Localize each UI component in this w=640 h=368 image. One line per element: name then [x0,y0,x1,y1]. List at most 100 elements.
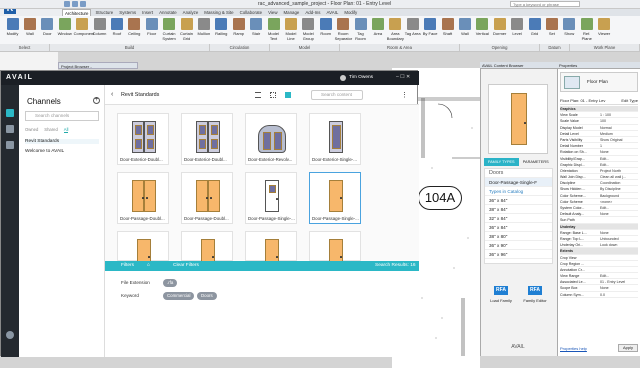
ribbon-button-window[interactable]: Window [56,18,73,36]
ribbon-button-room-separator[interactable]: Room Separator [335,18,352,41]
ribbon-tab-analyze[interactable]: Analyze [181,9,201,16]
property-row[interactable]: Column Sym... 0.0 [560,292,638,298]
ribbon-button-curtain-grid[interactable]: Curtain Grid [178,18,195,41]
tab-family-types[interactable]: FAMILY TYPES [484,158,519,166]
ribbon-group-label[interactable]: Model [270,44,340,51]
ribbon-group-label[interactable]: Room & Area [340,44,460,51]
ribbon-tab-massing-site[interactable]: Massing & Site [202,9,235,16]
list-item[interactable]: 36" x 90" [485,241,552,250]
content-card[interactable]: Door-Passage-Doubl... [117,172,169,224]
ribbon-tab-manage[interactable]: Manage [282,9,302,16]
ribbon-tab-architecture[interactable]: Architecture [62,9,92,16]
ribbon-button-modify[interactable]: Modify [4,18,21,36]
user-name[interactable]: Tim Owens [349,75,373,80]
content-card[interactable]: Door-Exterior-Single-... [309,113,361,165]
content-card[interactable] [309,231,361,271]
list-item[interactable]: 38" x 80" [485,232,552,241]
settings-icon[interactable] [6,331,14,339]
ribbon-tab-collaborate[interactable]: Collaborate [238,9,264,16]
load-family-button[interactable]: RFA Load Family [486,286,516,303]
filter-icon[interactable]: ⌂ [147,262,150,270]
ribbon-group-label[interactable]: Circulation [210,44,270,51]
ribbon-button-ceiling[interactable]: Ceiling [126,18,143,36]
project-browser-header[interactable]: Project Browser - rac_advanced_sample_pr… [58,62,138,76]
ribbon-button-roof[interactable]: Roof [108,18,125,36]
library-icon[interactable] [6,125,14,133]
save-icon[interactable] [72,1,78,7]
ribbon-button-wall[interactable]: Wall [456,18,473,36]
ribbon-button-set[interactable]: Set [543,18,560,36]
content-card[interactable]: Door-Exterior-Doubl... [181,113,233,165]
channel-search-input[interactable]: Search channels [25,111,99,121]
ribbon-button-tag-room[interactable]: Tag Room [352,18,369,41]
content-card[interactable]: Door-Passage-Doubl... [181,172,233,224]
undo-icon[interactable] [80,1,86,7]
list-view-icon[interactable] [255,92,261,98]
ribbon-button-show[interactable]: Show [561,18,578,36]
list-item[interactable]: 36" x 84" [485,223,552,232]
add-channel-icon[interactable]: + [93,97,100,104]
ribbon-button-grid[interactable]: Grid [526,18,543,36]
tab-owned[interactable]: Owned [25,127,38,133]
filter-chip-commercial[interactable]: Commercial [163,292,195,300]
instance-selector[interactable]: Floor Plan: 01 - Entry Lev Edit Type [560,97,638,105]
edit-type-button[interactable]: Edit Type [621,97,638,105]
ribbon-group-label[interactable]: Opening [460,44,540,51]
content-card[interactable]: Door-Passage-Single-... [245,172,297,224]
channel-item-welcome[interactable]: Welcome to AVAIL [25,149,64,154]
ribbon-button-level[interactable]: Level [509,18,526,36]
window-controls[interactable]: – ☐ ✕ [396,74,410,80]
ribbon-tab-avail[interactable]: AVAIL [325,9,341,16]
content-card[interactable] [117,231,169,271]
ribbon-button-column[interactable]: Column [91,18,108,36]
ribbon-button-by-face[interactable]: By Face [422,18,439,36]
ribbon-group-label[interactable]: Select [0,44,50,51]
ribbon-button-ramp[interactable]: Ramp [230,18,247,36]
avatar[interactable] [340,75,346,81]
ribbon-button-room[interactable]: Room [317,18,334,36]
open-icon[interactable] [64,1,70,7]
grid-view-icon[interactable] [270,92,276,98]
tab-parameters[interactable]: PARAMETERS [519,158,554,166]
tab-all[interactable]: All [63,127,69,133]
filter-chip-doors[interactable]: Doors [197,292,217,300]
ribbon-button-ref-plane[interactable]: Ref. Plane [578,18,595,41]
properties-help-link[interactable]: Properties help [560,346,587,351]
channel-item-revit-standards[interactable]: Revit Standards [25,139,99,144]
ribbon-group-label[interactable]: Datum [540,44,570,51]
ribbon-tab-add-ins[interactable]: Add-Ins [303,9,322,16]
tab-shared[interactable]: Shared [44,127,58,133]
ribbon-button-mullion[interactable]: Mullion [195,18,212,36]
ribbon-tab-insert[interactable]: Insert [140,9,155,16]
properties-header[interactable]: Properties [557,62,640,69]
content-search-input[interactable]: Search content [311,90,363,100]
list-item[interactable]: 36" x 84" [485,196,552,205]
clear-filters-button[interactable]: Clear Filters [173,262,199,270]
ribbon-group-label[interactable]: Build [50,44,210,51]
list-item[interactable]: 38" x 84" [485,205,552,214]
ribbon-button-area-boundary[interactable]: Area Boundary [387,18,404,41]
filters-toggle[interactable]: Filters [121,262,134,270]
ribbon-button-dormer[interactable]: Dormer [491,18,508,36]
list-item[interactable]: Types in Catalog [485,187,552,196]
content-card[interactable] [245,231,297,271]
ribbon-button-curtain-system[interactable]: Curtain System [161,18,178,41]
list-item[interactable]: 36" x 96" [485,250,552,259]
ribbon-button-area[interactable]: Area [369,18,386,36]
apply-button[interactable]: Apply [618,344,638,352]
ribbon-button-railing[interactable]: Railing [213,18,230,36]
ribbon-group-label[interactable]: Work Plane [570,44,640,51]
more-menu-icon[interactable]: ⋮ [401,91,408,99]
ribbon-button-tag-area[interactable]: Tag Area [404,18,421,36]
ribbon-tab-annotate[interactable]: Annotate [157,9,179,16]
ribbon-tab-view[interactable]: View [266,9,279,16]
ribbon-button-vertical[interactable]: Vertical [474,18,491,36]
ribbon-button-component[interactable]: Component [74,18,94,36]
type-selector[interactable]: Floor Plan [560,72,638,92]
ribbon-tab-systems[interactable]: Systems [117,9,138,16]
content-card[interactable]: Door-Exterior-Revolv... [245,113,297,165]
back-arrow-icon[interactable]: ‹ [111,91,113,98]
revit-search-input[interactable]: Type a keyword or phrase [510,1,580,7]
ribbon-button-model-text[interactable]: Model Text [265,18,282,41]
ribbon-button-floor[interactable]: Floor [143,18,160,36]
